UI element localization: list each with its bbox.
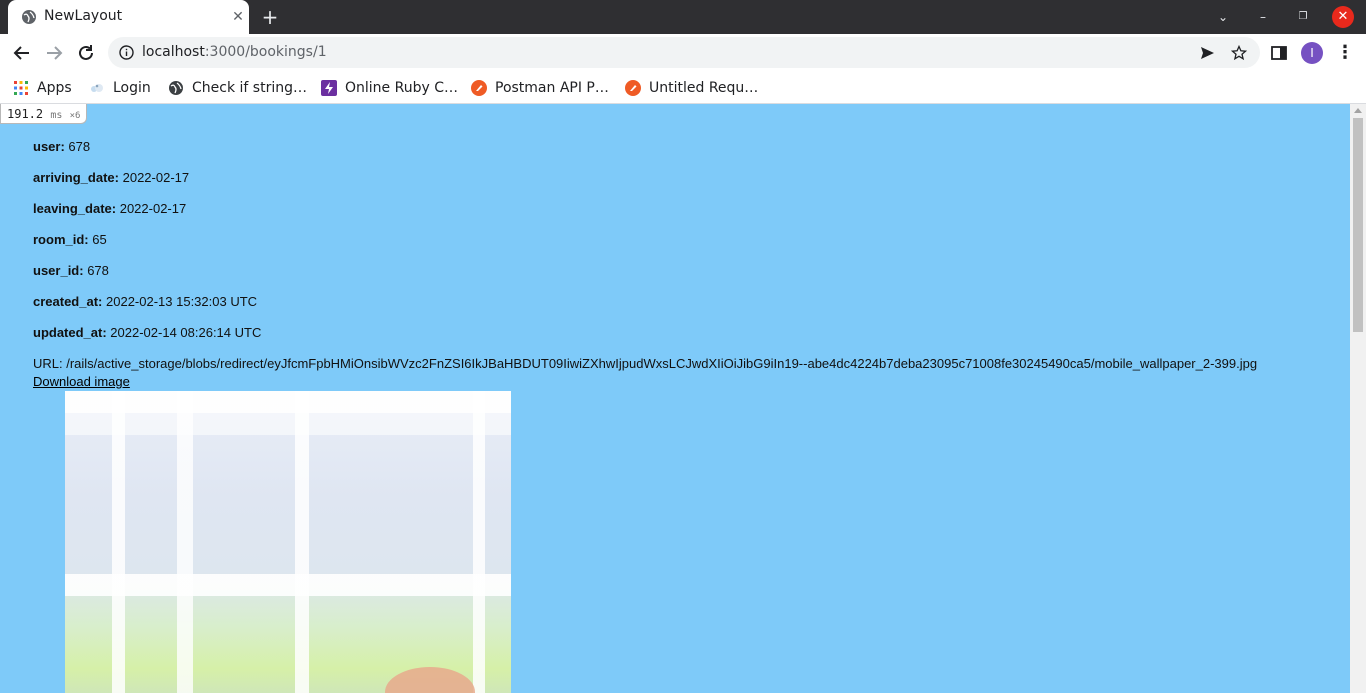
menu-kebab-icon[interactable]: ⋮ [1334,42,1356,64]
globe-icon [169,81,183,95]
image-detail [385,667,475,693]
back-arrow-icon[interactable] [11,42,33,64]
new-tab-button[interactable]: + [259,6,281,28]
booking-image [65,391,511,693]
globe-icon [22,10,36,24]
address-bar[interactable]: localhost:3000/bookings/1 [108,37,1260,68]
bookmark-online-ruby[interactable]: Online Ruby C… [321,77,458,99]
field-arriving-date: arriving_date: 2022-02-17 [33,170,189,185]
tab-close-icon[interactable]: ✕ [230,9,246,25]
browser-toolbar: localhost:3000/bookings/1 I ⋮ [0,34,1366,71]
field-label: updated_at: [33,325,107,340]
field-room-id: room_id: 65 [33,232,107,247]
bookmark-check-string[interactable]: Check if string… [168,77,307,99]
bookmark-label: Login [113,80,151,96]
page-content: 191.2 ms ×6 user: 678 arriving_date: 202… [0,104,1350,693]
field-value: 65 [92,232,107,247]
field-label: room_id: [33,232,89,247]
bookmark-apps[interactable]: Apps [13,77,72,99]
login-icon [91,84,103,92]
field-updated-at: updated_at: 2022-02-14 08:26:14 UTC [33,325,261,340]
scroll-up-arrow-icon[interactable] [1354,108,1362,113]
bookmark-star-icon[interactable] [1231,45,1247,61]
field-value: 2022-02-13 15:32:03 UTC [106,294,258,309]
url-path: :3000/bookings/1 [204,44,327,60]
download-image-link[interactable]: Download image [33,374,130,389]
bookmarks-bar: Apps Login Check if string… Online Ruby … [0,71,1366,104]
page-scrollbar[interactable] [1350,104,1366,693]
postman-icon [471,80,487,96]
bookmark-label: Online Ruby C… [345,80,458,96]
field-label: user_id: [33,263,84,278]
profile-avatar[interactable]: I [1301,42,1323,64]
profiler-time: 191.2 [7,107,44,121]
scrollbar-thumb[interactable] [1353,118,1363,332]
postman-icon [625,80,641,96]
browser-titlebar: NewLayout ✕ + ⌄ – ❐ ✕ [0,0,1366,34]
field-value: 2022-02-14 08:26:14 UTC [110,325,262,340]
window-close-button[interactable]: ✕ [1332,6,1354,28]
profiler-count: ×6 [69,111,81,121]
restore-button[interactable]: ❐ [1292,6,1314,28]
field-label: created_at: [33,294,103,309]
bookmark-untitled-request[interactable]: Untitled Requ… [625,77,758,99]
profiler-unit: ms [50,110,63,121]
minimize-button[interactable]: – [1252,6,1274,28]
image-url-text: URL: /rails/active_storage/blobs/redirec… [33,356,1258,371]
field-value: 678 [87,263,109,278]
apps-grid-icon [14,81,28,95]
field-user: user: 678 [33,139,90,154]
bookmark-label: Apps [37,80,72,96]
bookmark-login[interactable]: Login [89,77,151,99]
forward-arrow-icon[interactable] [43,42,65,64]
field-created-at: created_at: 2022-02-13 15:32:03 UTC [33,294,257,309]
field-label: leaving_date: [33,201,117,216]
rack-mini-profiler-badge[interactable]: 191.2 ms ×6 [0,104,88,124]
bookmark-postman[interactable]: Postman API P… [471,77,609,99]
field-value: 2022-02-17 [119,201,187,216]
reload-icon[interactable] [75,42,97,64]
url-text[interactable]: localhost:3000/bookings/1 [142,44,327,60]
bookmark-label: Postman API P… [495,80,609,96]
field-value: 678 [68,139,91,154]
bookmark-label: Check if string… [192,80,307,96]
url-host: localhost [142,44,205,60]
info-icon[interactable] [119,45,134,60]
lightning-icon [321,80,337,96]
field-user-id: user_id: 678 [33,263,109,278]
bookmark-label: Untitled Requ… [649,80,759,96]
send-icon[interactable] [1199,45,1215,61]
tab-search-icon[interactable]: ⌄ [1212,6,1234,28]
field-value: 2022-02-17 [122,170,190,185]
side-panel-icon[interactable] [1268,42,1290,64]
tab-title: NewLayout [44,8,123,24]
field-leaving-date: leaving_date: 2022-02-17 [33,201,186,216]
field-label: user: [33,139,65,154]
browser-tab[interactable]: NewLayout ✕ [8,0,249,34]
field-label: arriving_date: [33,170,119,185]
